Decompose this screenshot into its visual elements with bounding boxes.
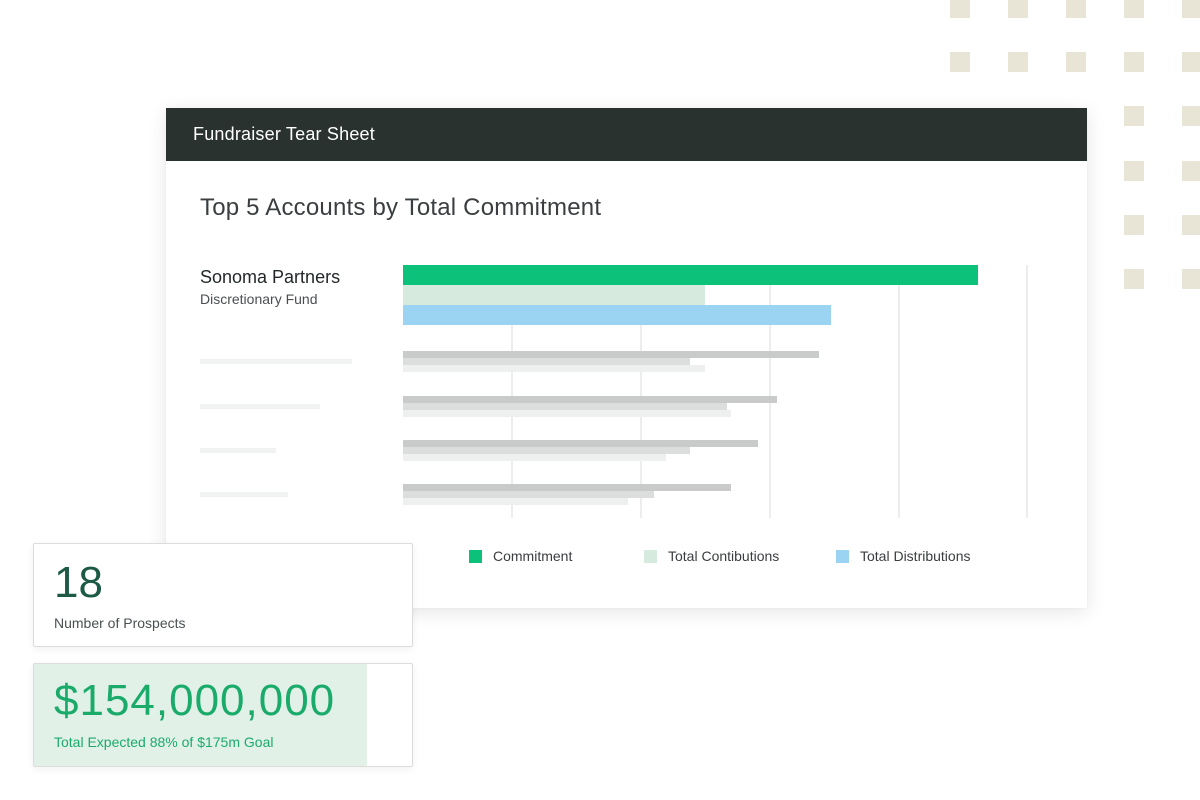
gridline	[1026, 265, 1028, 518]
bar-muted[interactable]	[403, 447, 690, 454]
panel-title: Fundraiser Tear Sheet	[193, 124, 375, 144]
bar-muted[interactable]	[403, 410, 732, 417]
tear-sheet-panel: Fundraiser Tear Sheet Top 5 Accounts by …	[166, 108, 1087, 608]
decor-dot	[1182, 215, 1200, 235]
bar-total-contibutions[interactable]	[403, 285, 705, 305]
account-subtitle: Discretionary Fund	[200, 291, 318, 307]
account-label-placeholder	[200, 448, 276, 453]
gridline	[769, 265, 771, 518]
decor-dot	[1124, 269, 1144, 289]
decor-dot	[1182, 106, 1200, 126]
legend-label: Total Distributions	[860, 548, 971, 564]
legend-label: Commitment	[493, 548, 573, 564]
expected-total-label: Total Expected 88% of $175m Goal	[54, 734, 274, 750]
decor-dot	[1124, 0, 1144, 18]
account-name[interactable]: Sonoma Partners	[200, 267, 340, 288]
panel-header: Fundraiser Tear Sheet	[166, 108, 1087, 161]
bar-muted[interactable]	[403, 440, 758, 447]
bar-muted[interactable]	[403, 484, 732, 491]
decor-dot	[1182, 269, 1200, 289]
bar-commitment[interactable]	[403, 265, 978, 285]
decor-dot	[950, 0, 970, 18]
expected-total-value: $154,000,000	[54, 676, 336, 725]
decor-dot	[1182, 161, 1200, 181]
decor-dot	[1124, 215, 1144, 235]
prospects-label: Number of Prospects	[54, 615, 186, 631]
gridline	[898, 265, 900, 518]
bar-muted[interactable]	[403, 358, 690, 365]
legend-item-commitment: Commitment	[469, 548, 572, 564]
prospects-count: 18	[54, 558, 103, 607]
legend-label: Total Contibutions	[668, 548, 780, 564]
chart-title: Top 5 Accounts by Total Commitment	[200, 194, 602, 221]
decor-dot	[1182, 0, 1200, 18]
decor-dot	[1182, 52, 1200, 72]
bar-chart-plot	[403, 265, 1033, 518]
bar-muted[interactable]	[403, 396, 777, 403]
decor-dot	[1124, 106, 1144, 126]
decor-dot	[1124, 161, 1144, 181]
bar-muted[interactable]	[403, 498, 628, 505]
legend-swatch-commitment	[469, 549, 482, 563]
legend-swatch-contributions	[644, 549, 657, 563]
decor-dot	[950, 52, 970, 72]
bar-muted[interactable]	[403, 365, 705, 372]
account-label-placeholder	[200, 492, 288, 497]
decor-dot	[1008, 52, 1028, 72]
decor-dot	[1066, 52, 1086, 72]
bar-muted[interactable]	[403, 491, 654, 498]
bar-muted[interactable]	[403, 351, 819, 358]
bar-muted[interactable]	[403, 403, 727, 410]
legend-item-contributions: Total Contibutions	[644, 548, 779, 564]
bar-total-distributions[interactable]	[403, 305, 831, 325]
legend-item-distributions: Total Distributions	[836, 548, 971, 564]
decor-dot	[1066, 0, 1086, 18]
expected-total-card[interactable]: $154,000,000 Total Expected 88% of $175m…	[33, 663, 413, 767]
bar-muted[interactable]	[403, 454, 666, 461]
legend-swatch-distributions	[836, 549, 849, 563]
decor-dot	[1124, 52, 1144, 72]
decor-dot	[1008, 0, 1028, 18]
prospects-stat-card[interactable]: 18 Number of Prospects	[33, 543, 413, 647]
account-label-placeholder	[200, 359, 352, 364]
account-label-placeholder	[200, 404, 320, 409]
